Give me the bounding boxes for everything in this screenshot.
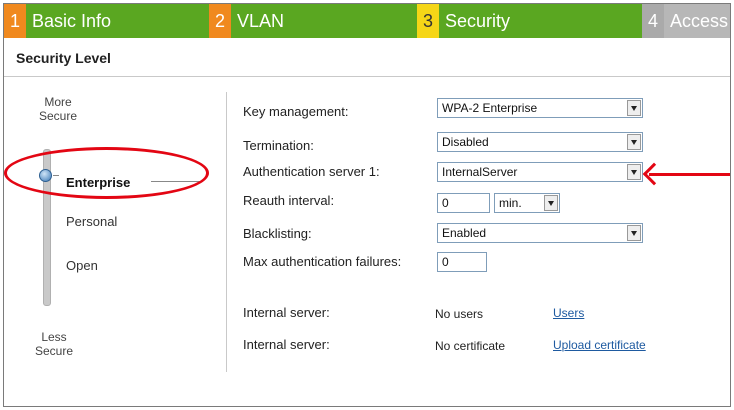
annotation-ellipse: [4, 147, 209, 199]
internal-server-users-label: Internal server:: [243, 305, 330, 320]
less-secure-line2: Secure: [34, 344, 74, 358]
blacklisting-select[interactable]: Enabled: [437, 223, 643, 243]
max-auth-failures-label: Max authentication failures:: [243, 254, 402, 269]
less-secure-label: Less Secure: [34, 330, 74, 358]
internal-server-users-value: No users: [435, 307, 484, 321]
more-secure-line2: Secure: [38, 109, 78, 123]
termination-value: Disabled: [442, 135, 489, 149]
blacklisting-label: Blacklisting:: [243, 226, 312, 241]
level-option-personal[interactable]: Personal: [66, 214, 117, 229]
tab-label: Basic Info: [32, 11, 112, 31]
tab-number: 3: [417, 4, 439, 38]
tab-access[interactable]: 4 Access: [642, 4, 730, 38]
title-divider: [4, 76, 730, 77]
tab-label: VLAN: [237, 11, 285, 31]
termination-select[interactable]: Disabled: [437, 132, 643, 152]
max-auth-failures-input[interactable]: 0: [437, 252, 487, 272]
tab-label: Access: [670, 11, 729, 31]
key-management-select[interactable]: WPA-2 Enterprise: [437, 98, 643, 118]
auth-server-1-value: InternalServer: [442, 165, 518, 179]
chevron-down-icon[interactable]: [544, 195, 558, 211]
blacklisting-value: Enabled: [442, 226, 487, 240]
less-secure-line1: Less: [41, 330, 67, 344]
tab-number: 4: [642, 4, 664, 38]
key-management-value: WPA-2 Enterprise: [442, 101, 538, 115]
reauth-interval-input[interactable]: 0: [437, 193, 490, 213]
auth-server-1-label: Authentication server 1:: [243, 164, 380, 179]
annotation-arrow-head: [642, 162, 666, 186]
reauth-unit-value: min.: [499, 196, 522, 210]
reauth-unit-select[interactable]: min.: [494, 193, 560, 213]
wizard-tabs: 1 Basic Info 2 VLAN 3 Security 4 Access: [4, 4, 730, 38]
tab-security[interactable]: 3 Security: [417, 4, 642, 38]
more-secure-label: More Secure: [38, 95, 78, 123]
internal-server-cert-label: Internal server:: [243, 337, 330, 352]
more-secure-line1: More: [44, 95, 72, 109]
section-title: Security Level: [16, 50, 111, 66]
key-management-label: Key management:: [243, 104, 349, 119]
vertical-divider: [226, 92, 227, 372]
chevron-down-icon[interactable]: [627, 134, 641, 150]
tab-number: 1: [4, 4, 26, 38]
internal-server-cert-value: No certificate: [435, 339, 506, 353]
wizard-window: 1 Basic Info 2 VLAN 3 Security 4 Access Secu…: [3, 3, 731, 407]
reauth-interval-label: Reauth interval:: [243, 193, 335, 208]
users-link[interactable]: Users: [553, 306, 584, 320]
tab-basic-info[interactable]: 1 Basic Info: [4, 4, 209, 38]
auth-server-1-select[interactable]: InternalServer: [437, 162, 643, 182]
level-option-open[interactable]: Open: [66, 258, 98, 273]
tab-number: 2: [209, 4, 231, 38]
chevron-down-icon[interactable]: [627, 100, 641, 116]
tab-label: Security: [445, 11, 511, 31]
chevron-down-icon[interactable]: [627, 225, 641, 241]
tab-vlan[interactable]: 2 VLAN: [209, 4, 417, 38]
upload-certificate-link[interactable]: Upload certificate: [553, 338, 646, 352]
termination-label: Termination:: [243, 138, 314, 153]
chevron-down-icon[interactable]: [627, 164, 641, 180]
